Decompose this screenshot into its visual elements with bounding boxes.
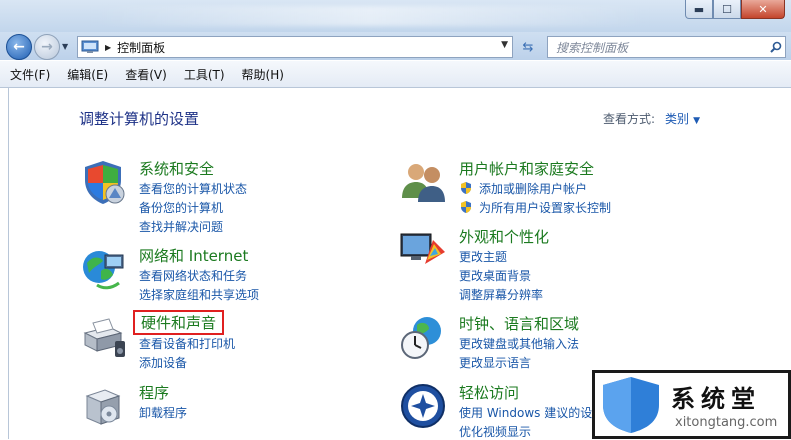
arrow-right-icon: →	[41, 39, 53, 55]
window-controls: ▬ ☐ ✕	[685, 0, 785, 19]
title-bar: ▬ ☐ ✕	[0, 0, 791, 32]
category-title-system[interactable]: 系统和安全	[139, 158, 214, 179]
link-parental-controls[interactable]: 为所有用户设置家长控制	[479, 199, 611, 216]
clock-globe-icon	[401, 317, 441, 359]
menu-edit[interactable]: 编辑(E)	[60, 66, 115, 83]
category-title-access[interactable]: 轻松访问	[459, 382, 519, 403]
minimize-button[interactable]: ▬	[685, 0, 713, 19]
link-troubleshoot[interactable]: 查找并解决问题	[139, 218, 223, 235]
menu-help[interactable]: 帮助(H)	[235, 66, 291, 83]
category-title-users[interactable]: 用户帐户和家庭安全	[459, 158, 594, 179]
watermark-brand: 系统堂	[671, 384, 761, 413]
watermark-logo: 系统堂 xitongtang.com	[592, 370, 791, 439]
triangle-down-icon[interactable]: ▼	[693, 116, 700, 126]
recent-pages-dropdown[interactable]: ▼	[62, 42, 68, 51]
category-title-appearance[interactable]: 外观和个性化	[459, 226, 549, 247]
link-uninstall-program[interactable]: 卸载程序	[139, 404, 187, 421]
users-icon	[402, 164, 445, 202]
link-screen-resolution[interactable]: 调整屏幕分辨率	[459, 286, 543, 303]
link-change-display-language[interactable]: 更改显示语言	[459, 354, 531, 371]
link-devices-printers[interactable]: 查看设备和打印机	[139, 335, 235, 352]
category-title-clock[interactable]: 时钟、语言和区域	[459, 313, 579, 334]
link-recommended-settings[interactable]: 使用 Windows 建议的设置	[459, 404, 604, 421]
ease-of-access-icon	[401, 384, 445, 428]
maximize-button[interactable]: ☐	[713, 0, 741, 19]
link-homegroup-sharing[interactable]: 选择家庭组和共享选项	[139, 286, 259, 303]
navigation-bar: ← → ▼ ▶ 控制面板 ▼ ⇆ 搜索控制面板	[0, 32, 791, 60]
close-button[interactable]: ✕	[741, 0, 785, 19]
refresh-button[interactable]: ⇆	[517, 37, 539, 57]
security-shield-icon	[85, 161, 125, 204]
chevron-down-icon: ▼	[62, 42, 69, 51]
link-network-status[interactable]: 查看网络状态和任务	[139, 267, 247, 284]
menu-tools[interactable]: 工具(T)	[177, 66, 232, 83]
view-by-label: 查看方式:	[603, 112, 656, 126]
link-change-keyboard[interactable]: 更改键盘或其他输入法	[459, 335, 579, 352]
forward-button[interactable]: →	[34, 34, 60, 60]
address-bar[interactable]: ▶ 控制面板 ▼	[77, 36, 513, 58]
search-box[interactable]: 搜索控制面板	[547, 36, 786, 58]
address-dropdown-icon[interactable]: ▼	[501, 40, 508, 50]
link-view-computer-status[interactable]: 查看您的计算机状态	[139, 180, 247, 197]
search-icon[interactable]	[767, 41, 785, 53]
link-add-remove-accounts[interactable]: 添加或删除用户帐户	[479, 180, 587, 197]
back-button[interactable]: ←	[6, 34, 32, 60]
refresh-icon: ⇆	[522, 39, 534, 55]
control-panel-icon	[81, 40, 99, 53]
watermark-shield-icon	[603, 377, 659, 433]
link-change-background[interactable]: 更改桌面背景	[459, 267, 531, 284]
programs-box-icon	[85, 389, 121, 425]
link-change-theme[interactable]: 更改主题	[459, 248, 507, 265]
category-title-hardware[interactable]: 硬件和声音	[133, 310, 225, 335]
globe-network-icon	[83, 251, 124, 290]
category-title-programs[interactable]: 程序	[139, 382, 169, 403]
breadcrumb-control-panel[interactable]: 控制面板	[117, 39, 165, 56]
view-by: 查看方式: 类别 ▼	[603, 110, 700, 127]
printer-speaker-icon	[83, 318, 125, 357]
uac-shield-icon	[461, 201, 471, 213]
category-title-network[interactable]: 网络和 Internet	[139, 245, 248, 266]
breadcrumb-arrow-icon[interactable]: ▶	[105, 43, 111, 52]
arrow-left-icon: ←	[13, 39, 25, 55]
menu-bar: 文件(F) 编辑(E) 查看(V) 工具(T) 帮助(H)	[0, 61, 791, 88]
uac-shield-icon	[461, 182, 471, 194]
menu-view[interactable]: 查看(V)	[118, 66, 174, 83]
link-optimize-display[interactable]: 优化视频显示	[459, 423, 531, 440]
link-backup-computer[interactable]: 备份您的计算机	[139, 199, 223, 216]
search-input[interactable]: 搜索控制面板	[556, 39, 767, 56]
view-by-dropdown[interactable]: 类别	[665, 112, 689, 126]
menu-file[interactable]: 文件(F)	[3, 66, 57, 83]
blurred-taskbar-strip	[90, 6, 650, 26]
monitor-palette-icon	[400, 233, 445, 264]
watermark-url: xitongtang.com	[675, 415, 778, 430]
page-title: 调整计算机的设置	[79, 110, 200, 128]
link-add-device[interactable]: 添加设备	[139, 354, 187, 371]
